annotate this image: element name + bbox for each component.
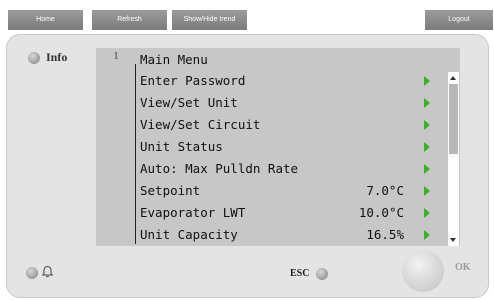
menu-item-label: Unit Status bbox=[140, 139, 223, 154]
menu-item-setpoint[interactable]: Setpoint 7.0°C bbox=[138, 180, 448, 202]
arrow-right-icon bbox=[424, 164, 430, 174]
scroll-up-icon[interactable] bbox=[450, 76, 456, 80]
info-label: Info bbox=[46, 50, 68, 64]
menu-item-value: 10.0°C bbox=[358, 205, 404, 220]
toolbar: Home Refresh Show/Hide trend Logout bbox=[0, 0, 494, 30]
arrow-right-icon bbox=[424, 230, 430, 240]
menu-item-label: Auto: Max Pulldn Rate bbox=[140, 161, 299, 176]
ok-button[interactable] bbox=[402, 250, 444, 292]
esc-button[interactable] bbox=[316, 268, 328, 280]
logout-button[interactable]: Logout bbox=[425, 10, 493, 30]
alarm-led-icon bbox=[26, 267, 38, 279]
menu-item-label: Evaporator LWT bbox=[140, 205, 246, 220]
scrollbar-thumb[interactable] bbox=[449, 84, 458, 154]
arrow-right-icon bbox=[424, 98, 430, 108]
menu-item-max-pulldn-rate[interactable]: Auto: Max Pulldn Rate bbox=[138, 158, 448, 180]
ok-label: OK bbox=[455, 262, 471, 273]
home-button[interactable]: Home bbox=[8, 10, 83, 30]
arrow-right-icon bbox=[424, 142, 430, 152]
bell-icon[interactable] bbox=[41, 265, 54, 278]
menu-item-unit-status[interactable]: Unit Status bbox=[138, 136, 448, 158]
menu-item-value: 16.5% bbox=[366, 227, 404, 242]
scroll-down-icon[interactable] bbox=[450, 238, 456, 242]
menu-scrollbar[interactable] bbox=[448, 72, 459, 246]
arrow-right-icon bbox=[424, 186, 430, 196]
menu-item-unit-capacity[interactable]: Unit Capacity 16.5% bbox=[138, 224, 448, 246]
menu-item-view-set-unit[interactable]: View/Set Unit bbox=[138, 92, 448, 114]
arrow-right-icon bbox=[424, 208, 430, 218]
menu-item-label: Setpoint bbox=[140, 183, 201, 198]
menu-title: Main Menu bbox=[140, 52, 208, 67]
menu-item-evaporator-lwt[interactable]: Evaporator LWT 10.0°C bbox=[138, 202, 448, 224]
arrow-right-icon bbox=[424, 76, 430, 86]
menu-item-enter-password[interactable]: Enter Password bbox=[138, 70, 448, 92]
menu-item-label: Unit Capacity bbox=[140, 227, 238, 242]
page-number: 1 bbox=[113, 51, 119, 62]
menu-item-label: View/Set Unit bbox=[140, 95, 238, 110]
menu-item-view-set-circuit[interactable]: View/Set Circuit bbox=[138, 114, 448, 136]
info-led-icon bbox=[28, 52, 40, 64]
screen-divider bbox=[135, 64, 136, 244]
menu-item-label: Enter Password bbox=[140, 73, 246, 88]
show-hide-trend-button[interactable]: Show/Hide trend bbox=[172, 10, 247, 30]
menu-item-label: View/Set Circuit bbox=[140, 117, 261, 132]
refresh-button[interactable]: Refresh bbox=[92, 10, 167, 30]
esc-label: ESC bbox=[290, 268, 310, 279]
menu-item-value: 7.0°C bbox=[366, 183, 404, 198]
arrow-right-icon bbox=[424, 120, 430, 130]
